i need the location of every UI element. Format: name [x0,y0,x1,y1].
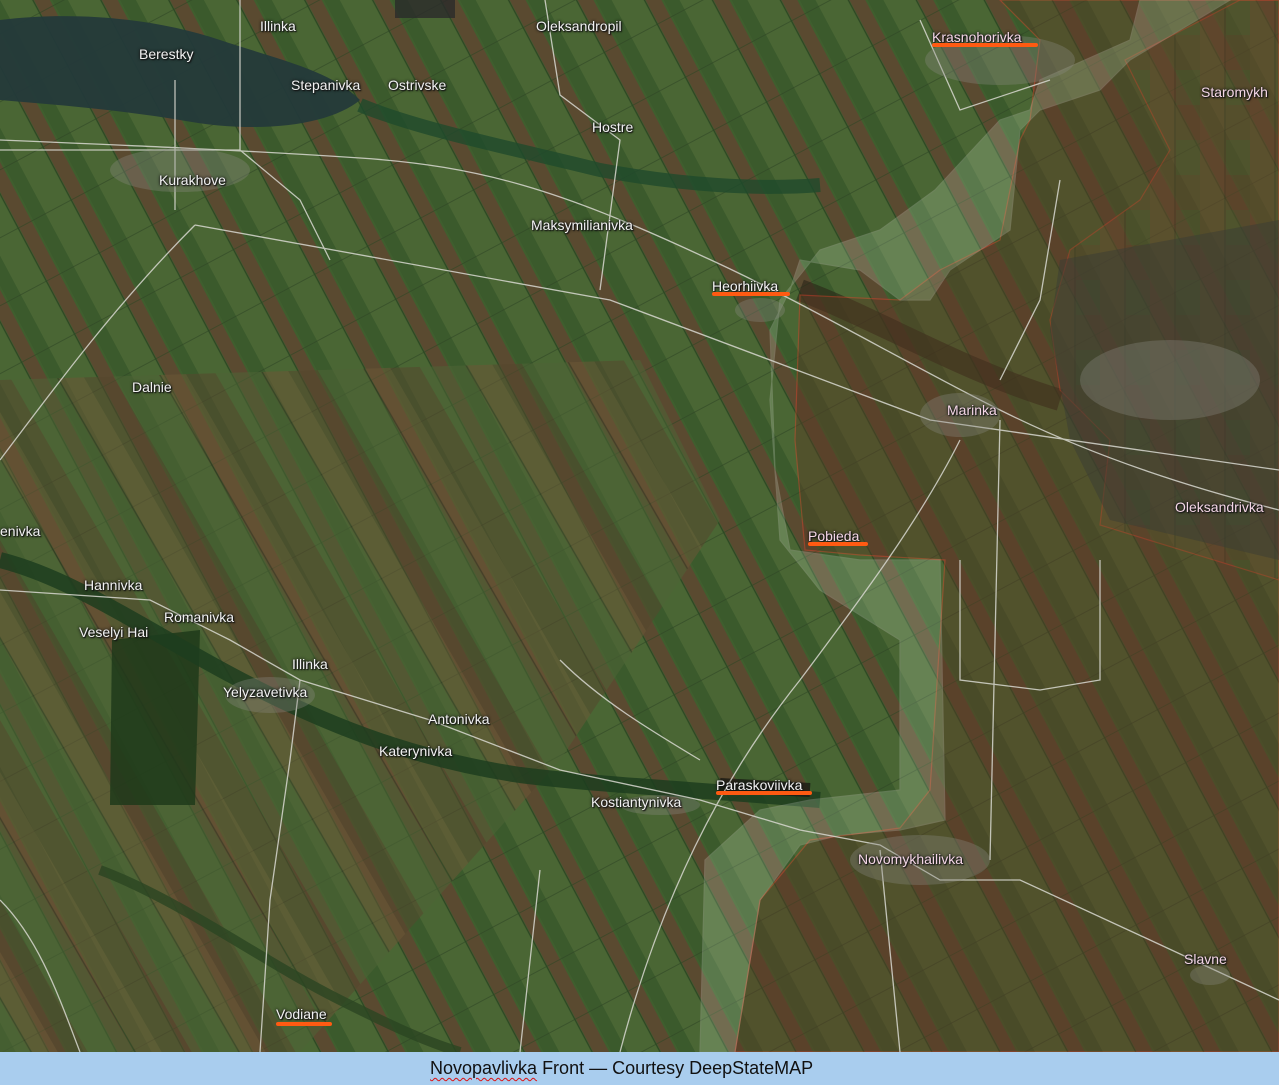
label-slavne: Slavne [1184,951,1227,967]
label-illinka-south: Illinka [292,656,328,672]
highlight-underline [716,791,812,795]
label-ostrivske: Ostrivske [388,77,447,93]
label-vodiane: Vodiane [276,1006,327,1022]
label-staromykh: Staromykh [1201,84,1268,100]
caption-credit: Front — Courtesy DeepStateMAP [537,1058,814,1078]
label-hostre: Hostre [592,119,634,135]
label-veselyi-hai: Veselyi Hai [79,624,149,640]
caption-text: Novopavlivka Front — Courtesy DeepStateM… [430,1052,813,1085]
label-kurakhove: Kurakhove [159,172,226,188]
label-berestky: Berestky [139,46,194,62]
caption-place-name: Novopavlivka [430,1058,538,1078]
label-illinka-north: Illinka [260,18,296,34]
label-oleksandropil: Oleksandropil [536,18,622,34]
highlight-underline [808,542,868,546]
label-kostiantynivka: Kostiantynivka [591,794,682,810]
label-enivka: enivka [0,523,41,539]
label-romanivka: Romanivka [164,609,235,625]
satellite-map[interactable]: Illinka Oleksandropil Krasnohorivka Bere… [0,0,1279,1052]
map-caption: Novopavlivka Front — Courtesy DeepStateM… [0,1052,1279,1085]
label-katerynivka: Katerynivka [379,743,453,759]
highlight-underline [712,292,790,296]
label-hannivka: Hannivka [84,577,143,593]
label-oleksandrivka: Oleksandrivka [1175,499,1264,515]
label-stepanivka: Stepanivka [291,77,361,93]
label-marinka: Marinka [947,402,997,418]
label-antonivka: Antonivka [428,711,490,727]
label-yelyzavetivka: Yelyzavetivka [223,684,308,700]
highlight-underline [276,1022,332,1026]
label-maksymilianivka: Maksymilianivka [531,217,633,233]
highlight-underline [932,43,1038,47]
label-novomykhailivka: Novomykhailivka [858,851,964,867]
map-terrain [0,0,1279,1052]
label-dalnie: Dalnie [132,379,172,395]
